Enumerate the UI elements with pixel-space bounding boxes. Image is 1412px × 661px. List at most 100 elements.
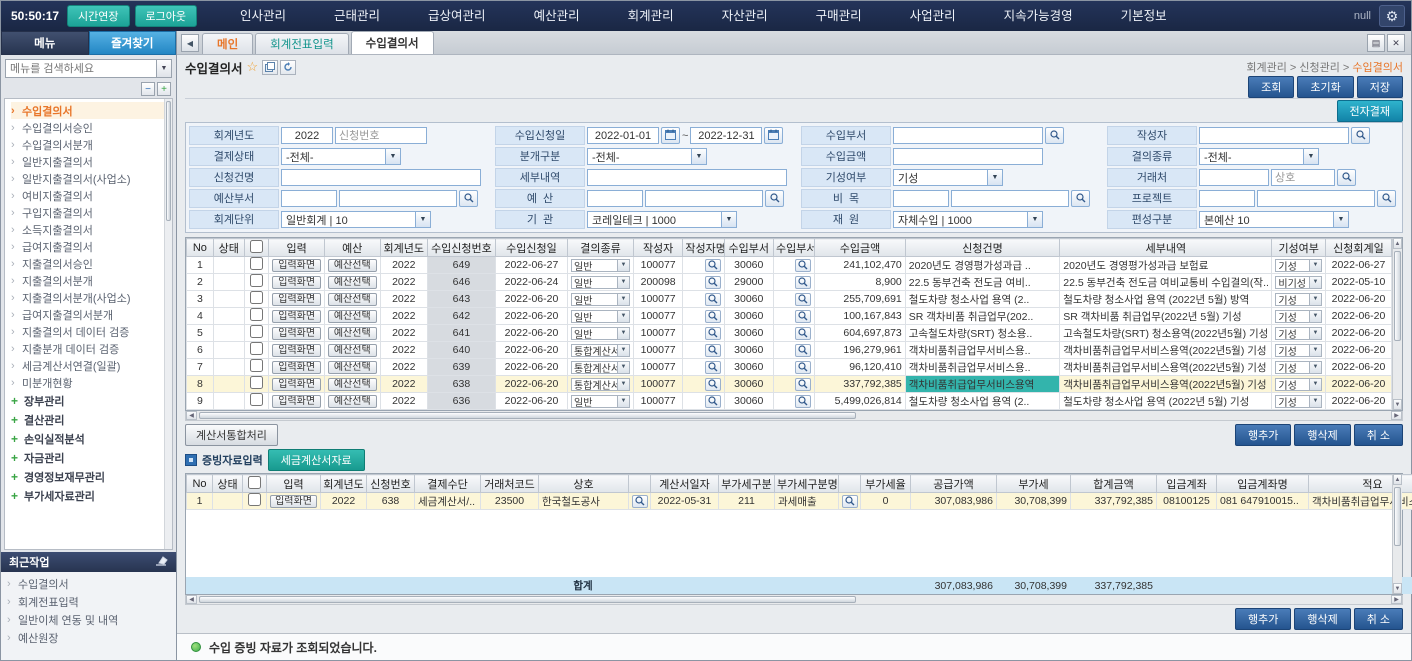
- column-header-dept[interactable]: 수입부서: [724, 239, 773, 257]
- data-row[interactable]: 4입력화면예산선택20226422022-06-20일반▼10007730060…: [187, 308, 1392, 325]
- eraser-icon[interactable]: [155, 555, 168, 569]
- budget-screen-button[interactable]: 예산선택: [328, 259, 377, 272]
- row-checkbox[interactable]: [250, 308, 263, 321]
- search-button[interactable]: [795, 259, 811, 272]
- electronic-approval-button[interactable]: 전자결재: [1337, 100, 1403, 122]
- top-menu-item[interactable]: 회계관리: [604, 1, 698, 31]
- cell-type[interactable]: 일반▼: [568, 325, 634, 342]
- column-header-budget[interactable]: 예산: [324, 239, 380, 257]
- done-select[interactable]: 기성▼: [1275, 310, 1322, 323]
- column-header-year[interactable]: 회계년도: [380, 239, 427, 257]
- column-header-input[interactable]: 입력: [269, 239, 325, 257]
- done-select[interactable]: 기성▼: [1275, 361, 1322, 374]
- cell-input[interactable]: 입력화면: [267, 493, 321, 510]
- search-button[interactable]: [795, 395, 811, 408]
- search-button[interactable]: [705, 259, 721, 272]
- grid1-hscrollbar[interactable]: ◀ ▶: [185, 411, 1403, 421]
- type-select[interactable]: 일반▼: [571, 327, 630, 340]
- tree-group[interactable]: +경영정보재무관리: [11, 467, 164, 486]
- grid1-vscroll-thumb[interactable]: [1394, 251, 1401, 341]
- sidebar-tab-favorites[interactable]: 즐겨찾기: [89, 31, 177, 55]
- cell-dept_name[interactable]: [773, 257, 814, 274]
- cell-done[interactable]: 기성▼: [1272, 257, 1326, 274]
- input-screen-button[interactable]: 입력화면: [270, 495, 317, 508]
- grid2-hscroll-thumb[interactable]: [199, 596, 856, 603]
- data-row[interactable]: 1입력화면2022638세금계산서/..23500한국철도공사2022-05-3…: [187, 493, 1412, 510]
- cell-dept_name[interactable]: [773, 325, 814, 342]
- column-header-writer_name[interactable]: 작성자명: [683, 239, 724, 257]
- cell-s2[interactable]: [839, 493, 861, 510]
- data-row[interactable]: 9입력화면예산선택20226362022-06-20일반▼10007730060…: [187, 393, 1392, 410]
- grid2-cancel-button[interactable]: 취 소: [1354, 608, 1403, 630]
- tree-scrollbar-thumb[interactable]: [166, 101, 171, 221]
- tree-group[interactable]: +자금관리: [11, 448, 164, 467]
- row-checkbox[interactable]: [250, 393, 263, 406]
- calendar-from-button[interactable]: [661, 127, 680, 144]
- vendor-code-input[interactable]: [1199, 169, 1269, 186]
- recent-item[interactable]: ›예산원장: [7, 629, 176, 647]
- row-checkbox[interactable]: [250, 257, 263, 270]
- type-select[interactable]: 통합계산서▼: [571, 344, 630, 357]
- scroll-left-icon[interactable]: ◀: [186, 411, 197, 420]
- search-button[interactable]: [795, 310, 811, 323]
- grid2-add-row-button[interactable]: 행추가: [1235, 608, 1291, 630]
- menu-search-input[interactable]: [5, 59, 157, 78]
- grid1-add-row-button[interactable]: 행추가: [1235, 424, 1291, 446]
- column-header-total[interactable]: 합계금액: [1071, 475, 1157, 493]
- cell-type[interactable]: 통합계산서▼: [568, 342, 634, 359]
- cell-budget[interactable]: 예산선택: [324, 257, 380, 274]
- data-row[interactable]: 7입력화면예산선택20226392022-06-20통합계산서▼10007730…: [187, 359, 1392, 376]
- cell-budget[interactable]: 예산선택: [324, 342, 380, 359]
- tree-item[interactable]: ›급여지출결의서: [11, 238, 164, 255]
- column-header-acct_date[interactable]: 신청회계일: [1325, 239, 1391, 257]
- select-all-checkbox[interactable]: [250, 240, 263, 253]
- row-checkbox[interactable]: [250, 376, 263, 389]
- grid1-hscroll-thumb[interactable]: [199, 412, 856, 419]
- vendor-search-button[interactable]: [1337, 169, 1356, 186]
- tab-income-resolution[interactable]: 수입결의서: [351, 31, 434, 54]
- column-header-s2[interactable]: [839, 475, 861, 493]
- cell-input[interactable]: 입력화면: [269, 376, 325, 393]
- recent-item[interactable]: ›일반이체 연동 및 내역: [7, 611, 176, 629]
- search-button[interactable]: [795, 327, 811, 340]
- tree-item[interactable]: ›지출결의서분개: [11, 272, 164, 289]
- cell-type[interactable]: 통합계산서▼: [568, 359, 634, 376]
- type-select[interactable]: 통합계산서▼: [571, 361, 630, 374]
- request-date-from-input[interactable]: [587, 127, 659, 144]
- search-button[interactable]: [705, 327, 721, 340]
- cell-done[interactable]: 기성▼: [1272, 376, 1326, 393]
- settings-button[interactable]: ⚙: [1379, 5, 1405, 27]
- input-screen-button[interactable]: 입력화면: [272, 395, 321, 408]
- row-checkbox[interactable]: [250, 359, 263, 372]
- tab-close-button[interactable]: ✕: [1387, 34, 1405, 52]
- column-header-account_name[interactable]: 입금계좌명: [1217, 475, 1309, 493]
- recent-item[interactable]: ›수입결의서: [7, 575, 176, 593]
- fiscal-year-input[interactable]: [281, 127, 333, 144]
- tree-item[interactable]: ›미분개현황: [11, 374, 164, 391]
- column-header-dept_name[interactable]: 수입부서명: [773, 239, 814, 257]
- cell-budget[interactable]: 예산선택: [324, 359, 380, 376]
- done-select[interactable]: 기성▼: [1275, 327, 1322, 340]
- tree-item[interactable]: ›지출결의서분개(사업소): [11, 289, 164, 306]
- cell-done[interactable]: 기성▼: [1272, 342, 1326, 359]
- tree-group[interactable]: +손익실적분석: [11, 429, 164, 448]
- search-button[interactable]: [842, 495, 858, 508]
- request-no-input[interactable]: [335, 127, 427, 144]
- vendor-name-input[interactable]: [1271, 169, 1335, 186]
- column-header-account[interactable]: 입금계좌: [1157, 475, 1217, 493]
- cell-budget[interactable]: 예산선택: [324, 325, 380, 342]
- cell-type[interactable]: 일반▼: [568, 274, 634, 291]
- cell-input[interactable]: 입력화면: [269, 257, 325, 274]
- budget-screen-button[interactable]: 예산선택: [328, 327, 377, 340]
- row-checkbox[interactable]: [250, 291, 263, 304]
- top-menu-item[interactable]: 근태관리: [310, 1, 404, 31]
- tree-item[interactable]: ›급여지출결의서분개: [11, 306, 164, 323]
- type-select[interactable]: 일반▼: [571, 395, 630, 408]
- data-row[interactable]: 2입력화면예산선택20226462022-06-24일반▼20009829000…: [187, 274, 1392, 291]
- request-title-input[interactable]: [281, 169, 481, 186]
- recent-item[interactable]: ›회계전표입력: [7, 593, 176, 611]
- grid1-vscrollbar[interactable]: ▲ ▼: [1392, 238, 1402, 410]
- cell-check[interactable]: [244, 308, 269, 325]
- tree-item[interactable]: ›여비지출결의서: [11, 187, 164, 204]
- column-header-writer[interactable]: 작성자: [633, 239, 682, 257]
